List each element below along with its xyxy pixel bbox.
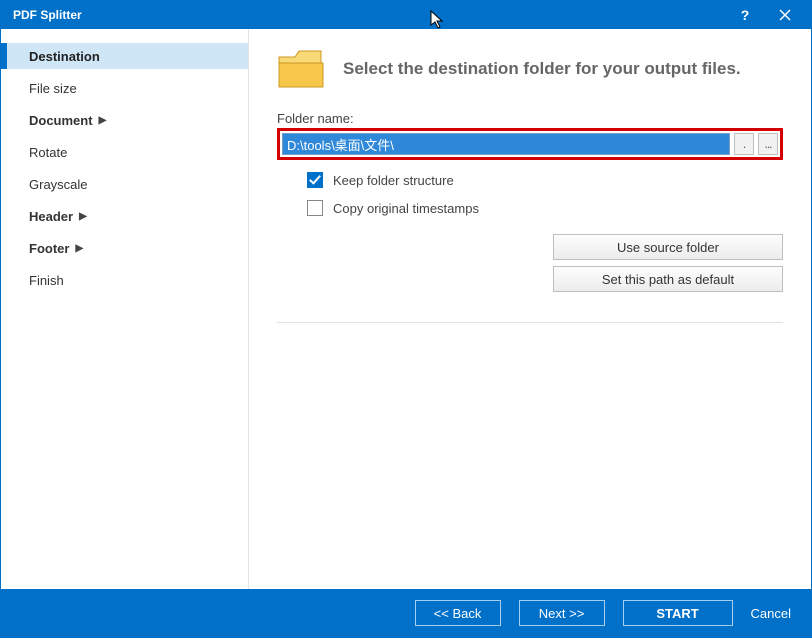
copy-timestamps-row[interactable]: Copy original timestamps [277,200,783,216]
right-buttons: Use source folder Set this path as defau… [277,234,783,292]
window-title: PDF Splitter [13,8,725,22]
path-token-button[interactable]: . [734,133,754,155]
copy-timestamps-label: Copy original timestamps [333,201,479,216]
use-source-folder-button[interactable]: Use source folder [553,234,783,260]
help-button[interactable]: ? [725,1,765,29]
chevron-right-icon: ▶ [99,115,107,126]
folder-name-label: Folder name: [277,111,783,126]
titlebar: PDF Splitter ? [1,1,811,29]
sidebar-item-grayscale[interactable]: Grayscale [1,171,248,197]
sidebar-item-document[interactable]: Document ▶ [1,107,248,133]
folder-row-highlight: . ... [277,128,783,160]
app-window: PDF Splitter ? Destination File size Doc… [0,0,812,638]
keep-folder-structure-row[interactable]: Keep folder structure [277,172,783,188]
folder-path-input[interactable] [282,133,730,155]
cancel-button[interactable]: Cancel [751,606,791,621]
sidebar-item-destination[interactable]: Destination [1,43,248,69]
chevron-right-icon: ▶ [79,211,87,222]
next-button[interactable]: Next >> [519,600,605,626]
sidebar-item-label: Rotate [29,145,67,160]
sidebar-item-label: Grayscale [29,177,88,192]
sidebar-item-footer[interactable]: Footer ▶ [1,235,248,261]
start-button[interactable]: START [623,600,733,626]
sidebar-item-finish[interactable]: Finish [1,267,248,293]
sidebar-item-label: Footer [29,241,69,256]
page-title: Select the destination folder for your o… [343,59,741,79]
sidebar-item-header[interactable]: Header ▶ [1,203,248,229]
folder-icon [277,49,325,89]
sidebar-item-rotate[interactable]: Rotate [1,139,248,165]
header-row: Select the destination folder for your o… [277,49,783,89]
sidebar-item-label: Document [29,113,93,128]
sidebar-item-label: Destination [29,49,100,64]
sidebar-item-label: Finish [29,273,64,288]
wizard-footer: << Back Next >> START Cancel [1,589,811,637]
copy-timestamps-checkbox[interactable] [307,200,323,216]
body: Destination File size Document ▶ Rotate … [1,29,811,589]
back-button[interactable]: << Back [415,600,501,626]
browse-button[interactable]: ... [758,133,778,155]
main-panel: Select the destination folder for your o… [249,29,811,589]
keep-folder-structure-label: Keep folder structure [333,173,454,188]
keep-folder-structure-checkbox[interactable] [307,172,323,188]
sidebar-item-label: Header [29,209,73,224]
sidebar-item-label: File size [29,81,77,96]
separator [277,322,783,323]
sidebar-item-filesize[interactable]: File size [1,75,248,101]
close-button[interactable] [765,1,805,29]
set-default-path-button[interactable]: Set this path as default [553,266,783,292]
chevron-right-icon: ▶ [75,243,83,254]
sidebar: Destination File size Document ▶ Rotate … [1,29,249,589]
